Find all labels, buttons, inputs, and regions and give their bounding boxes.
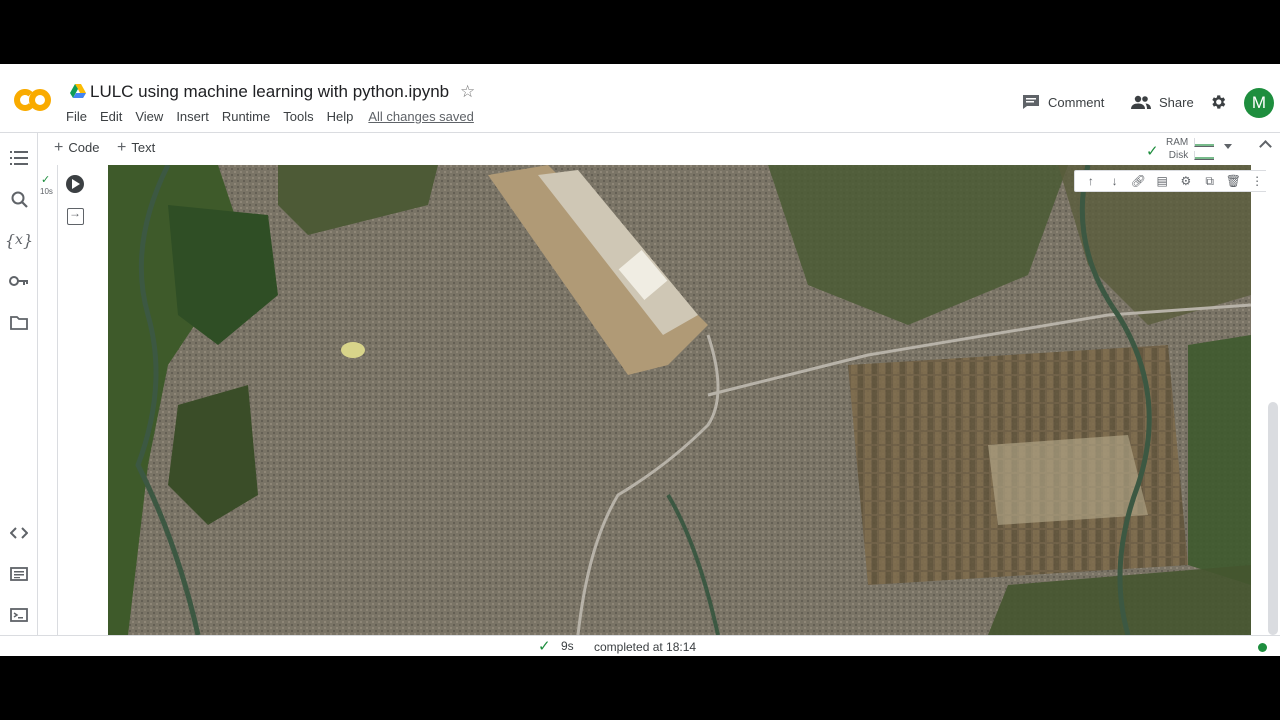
left-sidebar: {x} (0, 133, 38, 656)
search-icon[interactable] (8, 188, 30, 210)
table-of-contents-icon[interactable] (8, 147, 30, 169)
secrets-key-icon[interactable] (8, 270, 30, 292)
run-cell-button[interactable] (66, 175, 84, 193)
link-icon[interactable]: 🔗︎ (1130, 173, 1146, 189)
menu-tools[interactable]: Tools (283, 109, 313, 124)
satellite-image-output (108, 165, 1251, 635)
cell-toolbar: ↑ ↓ 🔗︎ ▤ ⚙ ⧉ 🗑︎ ⋮ (1074, 170, 1274, 192)
status-message: completed at 18:14 (594, 640, 697, 654)
settings-icon[interactable]: ⚙ (1178, 173, 1194, 189)
menu-insert[interactable]: Insert (176, 109, 209, 124)
star-icon[interactable]: ☆ (460, 82, 475, 102)
menu-runtime[interactable]: Runtime (222, 109, 270, 124)
connected-check-icon: ✓ (1146, 143, 1159, 160)
notebook-toolbar: + Code + Text ✓ RAM Disk (38, 133, 1280, 165)
settings-gear-icon[interactable] (1209, 93, 1227, 116)
cell-border (57, 165, 58, 635)
colab-window: LULC using machine learning with python.… (0, 64, 1280, 656)
share-button[interactable]: Share (1131, 88, 1194, 116)
plus-icon: + (54, 139, 64, 156)
share-label: Share (1159, 94, 1194, 110)
connection-status-dot[interactable] (1258, 643, 1267, 652)
ram-label: RAM (1166, 137, 1189, 148)
execution-success-icon: ✓ (41, 174, 51, 186)
execution-time: 10s (40, 187, 53, 196)
comment-button[interactable]: Comment (1022, 88, 1104, 116)
more-icon[interactable]: ⋮ (1249, 173, 1265, 189)
add-code-label: Code (68, 140, 100, 155)
collapse-header-icon[interactable] (1259, 140, 1272, 153)
plus-icon: + (117, 139, 127, 156)
command-palette-icon[interactable] (8, 563, 30, 585)
colab-logo[interactable] (13, 87, 53, 113)
move-down-icon[interactable]: ↓ (1107, 173, 1123, 189)
status-bar: ✓ 9s completed at 18:14 (0, 635, 1280, 656)
variables-icon[interactable]: {x} (5, 229, 33, 251)
files-folder-icon[interactable] (8, 311, 30, 333)
output-actions-icon[interactable] (67, 206, 84, 225)
code-snippets-icon[interactable] (8, 522, 30, 544)
notebook-title[interactable]: LULC using machine learning with python.… (90, 82, 449, 102)
menu-bar: File Edit View Insert Runtime Tools Help… (66, 109, 487, 124)
mirror-cell-icon[interactable]: ⧉ (1202, 173, 1218, 189)
people-icon (1131, 95, 1151, 109)
status-check-icon: ✓ (538, 638, 551, 655)
resource-monitor[interactable]: RAM Disk (1166, 136, 1215, 162)
terminal-icon[interactable] (8, 604, 30, 626)
delete-icon[interactable]: 🗑︎ (1225, 173, 1241, 189)
runtime-dropdown-icon[interactable] (1224, 144, 1232, 149)
scrollbar-thumb[interactable] (1268, 402, 1278, 635)
google-drive-icon (70, 84, 86, 98)
status-duration: 9s (561, 639, 574, 653)
move-up-icon[interactable]: ↑ (1083, 173, 1099, 189)
comment-label: Comment (1048, 94, 1105, 110)
disk-bar (1194, 151, 1215, 160)
cell-gutter: ✓ 10s (38, 165, 57, 637)
menu-view[interactable]: View (135, 109, 163, 124)
ram-bar (1194, 138, 1215, 147)
account-avatar[interactable]: M (1244, 88, 1274, 118)
add-text-button[interactable]: + Text (117, 139, 156, 156)
menu-file[interactable]: File (66, 109, 87, 124)
menu-help[interactable]: Help (327, 109, 354, 124)
menu-edit[interactable]: Edit (100, 109, 122, 124)
comment-icon[interactable]: ▤ (1154, 173, 1170, 189)
comment-icon (1023, 95, 1039, 109)
add-text-label: Text (131, 140, 156, 155)
header: LULC using machine learning with python.… (0, 64, 1280, 132)
disk-label: Disk (1168, 150, 1189, 161)
save-status[interactable]: All changes saved (368, 109, 474, 124)
add-code-button[interactable]: + Code (54, 139, 100, 156)
